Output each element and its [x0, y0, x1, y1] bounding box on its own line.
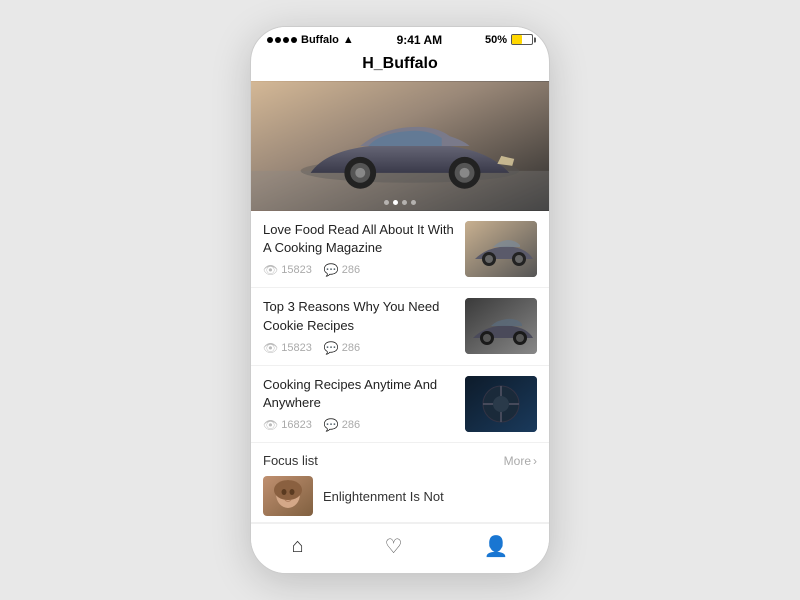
heart-icon: ♡: [385, 534, 403, 559]
article-item-1[interactable]: Love Food Read All About It With A Cooki…: [251, 211, 549, 288]
battery-icon: [511, 34, 533, 45]
thumb-car2-img: [465, 298, 537, 354]
comment-icon-2: 💬: [324, 341, 339, 355]
article-meta-1: 👁 15823 💬 286: [263, 263, 455, 277]
focus-title: Enlightenment Is Not: [323, 489, 444, 504]
nav-favorites[interactable]: ♡: [385, 534, 403, 559]
focus-item[interactable]: Enlightenment Is Not: [263, 476, 537, 516]
focus-thumb: [263, 476, 313, 516]
views-count-1: 15823: [281, 264, 312, 276]
article-title-2: Top 3 Reasons Why You Need Cookie Recipe…: [263, 298, 455, 334]
signal-dot-3: [283, 37, 289, 43]
comments-2: 💬 286: [324, 341, 360, 355]
signal-dot-2: [275, 37, 281, 43]
hero-car-svg: [251, 81, 549, 211]
article-meta-2: 👁 15823 💬 286: [263, 341, 455, 355]
focus-section: Focus list More ›: [251, 443, 549, 523]
eye-icon-2: 👁: [263, 341, 278, 355]
article-title-1: Love Food Read All About It With A Cooki…: [263, 221, 455, 257]
eye-icon-3: 👁: [263, 418, 278, 432]
hero-dot-3: [402, 200, 407, 205]
hero-dot-4: [411, 200, 416, 205]
article-item-2[interactable]: Top 3 Reasons Why You Need Cookie Recipe…: [251, 288, 549, 365]
article-content-3: Cooking Recipes Anytime And Anywhere 👁 1…: [263, 376, 455, 432]
views-1: 👁 15823: [263, 263, 312, 277]
article-title-3: Cooking Recipes Anytime And Anywhere: [263, 376, 455, 412]
signal-dot-4: [291, 37, 297, 43]
article-thumb-2: [465, 298, 537, 354]
article-thumb-3: [465, 376, 537, 432]
hero-image[interactable]: [251, 81, 549, 211]
hero-dot-2: [393, 200, 398, 205]
carrier-label: Buffalo: [301, 34, 339, 46]
signal-dot-1: [267, 37, 273, 43]
comments-1: 💬 286: [324, 263, 360, 277]
comments-count-3: 286: [342, 419, 360, 431]
more-link[interactable]: More ›: [504, 454, 537, 468]
more-label: More: [504, 454, 531, 468]
nav-profile[interactable]: 👤: [484, 534, 509, 559]
articles-list: Love Food Read All About It With A Cooki…: [251, 211, 549, 443]
article-content-2: Top 3 Reasons Why You Need Cookie Recipe…: [263, 298, 455, 354]
focus-label: Focus list: [263, 453, 318, 468]
battery-fill: [512, 35, 522, 44]
app-title: H_Buffalo: [251, 51, 549, 81]
status-left: Buffalo ▲: [267, 34, 354, 46]
hero-dots: [384, 200, 416, 205]
chevron-right-icon: ›: [533, 454, 537, 468]
comment-icon-3: 💬: [324, 418, 339, 432]
views-2: 👁 15823: [263, 341, 312, 355]
signal-dots: [267, 37, 297, 43]
comment-icon-1: 💬: [324, 263, 339, 277]
views-count-2: 15823: [281, 342, 312, 354]
eye-icon-1: 👁: [263, 263, 278, 277]
battery-percentage: 50%: [485, 34, 507, 46]
article-content-1: Love Food Read All About It With A Cooki…: [263, 221, 455, 277]
status-bar: Buffalo ▲ 9:41 AM 50%: [251, 27, 549, 51]
nav-home[interactable]: ⌂: [292, 535, 304, 558]
comments-count-2: 286: [342, 342, 360, 354]
time-display: 9:41 AM: [397, 33, 443, 47]
article-item-3[interactable]: Cooking Recipes Anytime And Anywhere 👁 1…: [251, 366, 549, 443]
hero-dot-1: [384, 200, 389, 205]
wifi-icon: ▲: [343, 34, 354, 46]
profile-icon: 👤: [484, 534, 509, 559]
status-right: 50%: [485, 34, 533, 46]
phone-frame: Buffalo ▲ 9:41 AM 50% H_Buffalo: [250, 26, 550, 574]
article-meta-3: 👁 16823 💬 286: [263, 418, 455, 432]
home-icon: ⌂: [292, 535, 304, 558]
article-thumb-1: [465, 221, 537, 277]
bottom-nav: ⌂ ♡ 👤: [251, 523, 549, 573]
thumb-car1-img: [465, 221, 537, 277]
views-3: 👁 16823: [263, 418, 312, 432]
thumb-interior-img: [465, 376, 537, 432]
comments-3: 💬 286: [324, 418, 360, 432]
views-count-3: 16823: [281, 419, 312, 431]
focus-header: Focus list More ›: [263, 453, 537, 468]
comments-count-1: 286: [342, 264, 360, 276]
